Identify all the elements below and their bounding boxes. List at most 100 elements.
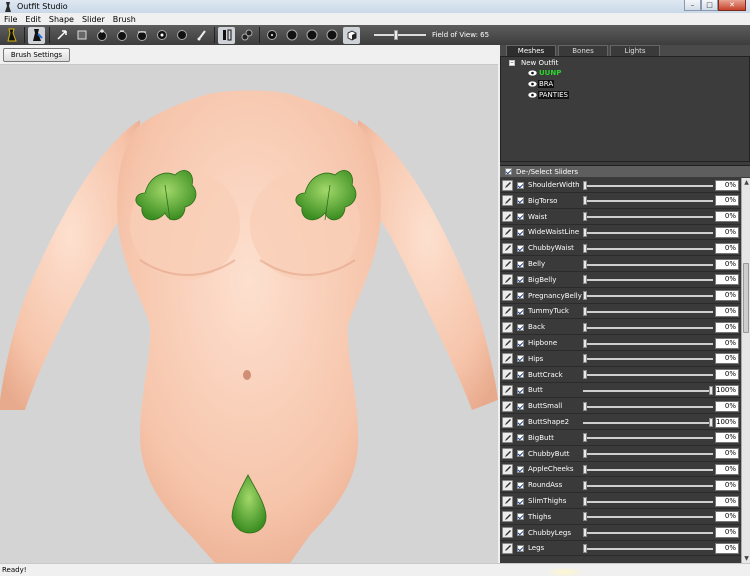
- slider-checkbox[interactable]: [517, 386, 524, 394]
- slider-row[interactable]: Hips 0%: [500, 352, 741, 367]
- move-brush-icon[interactable]: [133, 27, 150, 44]
- edit-slider-pencil-icon[interactable]: [502, 179, 513, 191]
- edit-slider-pencil-icon[interactable]: [502, 226, 513, 238]
- collapse-icon[interactable]: –: [509, 60, 515, 66]
- slider-checkbox[interactable]: [517, 513, 524, 521]
- slider-control[interactable]: [583, 448, 713, 459]
- edit-slider-pencil-icon[interactable]: [502, 369, 513, 381]
- fov-slider-thumb[interactable]: [394, 30, 398, 40]
- slider-thumb[interactable]: [583, 528, 587, 538]
- slider-checkbox[interactable]: [517, 339, 524, 347]
- weight-brush-icon[interactable]: [173, 27, 190, 44]
- slider-checkbox[interactable]: [517, 402, 524, 410]
- slider-control[interactable]: [583, 511, 713, 522]
- eye-icon[interactable]: [528, 81, 537, 87]
- slider-value[interactable]: 0%: [715, 258, 739, 270]
- slider-row[interactable]: ChubbyButt 0%: [500, 447, 741, 462]
- slider-value[interactable]: 0%: [715, 353, 739, 365]
- slider-row[interactable]: ButtShape2 100%: [500, 415, 741, 430]
- slider-value[interactable]: 0%: [715, 290, 739, 302]
- menu-file[interactable]: File: [0, 15, 21, 24]
- mesh-item-uunp[interactable]: UUNP: [528, 69, 562, 77]
- slider-thumb[interactable]: [583, 243, 587, 253]
- slider-checkbox[interactable]: [517, 450, 524, 458]
- slider-thumb[interactable]: [583, 433, 587, 443]
- edit-slider-pencil-icon[interactable]: [502, 195, 513, 207]
- slider-control[interactable]: [583, 243, 713, 254]
- slider-thumb[interactable]: [583, 401, 587, 411]
- symmetry-icon[interactable]: [238, 27, 255, 44]
- slider-checkbox[interactable]: [517, 260, 524, 268]
- edit-slider-pencil-icon[interactable]: [502, 511, 513, 523]
- edit-slider-pencil-icon[interactable]: [502, 305, 513, 317]
- edit-slider-pencil-icon[interactable]: [502, 432, 513, 444]
- slider-control[interactable]: [583, 211, 713, 222]
- slider-thumb[interactable]: [583, 275, 587, 285]
- slider-control[interactable]: [583, 274, 713, 285]
- smooth-brush-icon[interactable]: [153, 27, 170, 44]
- slider-row[interactable]: RoundAss 0%: [500, 478, 741, 494]
- slider-thumb[interactable]: [583, 370, 587, 380]
- slider-thumb[interactable]: [583, 306, 587, 316]
- slider-row[interactable]: ChubbyLegs 0%: [500, 526, 741, 541]
- pointer-icon[interactable]: [53, 27, 70, 44]
- slider-thumb[interactable]: [583, 291, 587, 301]
- slider-row[interactable]: Hipbone 0%: [500, 336, 741, 351]
- field-of-view-slider[interactable]: [374, 28, 426, 42]
- edit-slider-pencil-icon[interactable]: [502, 290, 513, 302]
- slider-checkbox[interactable]: [517, 481, 524, 489]
- slider-control[interactable]: [583, 527, 713, 538]
- slider-row[interactable]: Waist 0%: [500, 210, 741, 225]
- slider-value[interactable]: 0%: [715, 448, 739, 460]
- slider-row[interactable]: ChubbyWaist 0%: [500, 241, 741, 257]
- edit-slider-pencil-icon[interactable]: [502, 353, 513, 365]
- slider-checkbox[interactable]: [517, 434, 524, 442]
- slider-thumb[interactable]: [583, 227, 587, 237]
- menu-shape[interactable]: Shape: [45, 15, 78, 24]
- scroll-thumb[interactable]: [743, 263, 749, 333]
- slider-thumb[interactable]: [583, 259, 587, 269]
- slider-value[interactable]: 0%: [715, 305, 739, 317]
- slider-row[interactable]: Back 0%: [500, 320, 741, 336]
- slider-thumb[interactable]: [583, 449, 587, 459]
- slider-value[interactable]: 0%: [715, 432, 739, 444]
- slider-row[interactable]: Legs 0%: [500, 541, 741, 557]
- slider-control[interactable]: [583, 290, 713, 301]
- slider-thumb[interactable]: [583, 464, 587, 474]
- slider-row[interactable]: TummyTuck 0%: [500, 304, 741, 320]
- slider-row[interactable]: BigBelly 0%: [500, 273, 741, 288]
- edit-slider-pencil-icon[interactable]: [502, 495, 513, 507]
- minimize-button[interactable]: –: [684, 0, 701, 11]
- edit-slider-pencil-icon[interactable]: [502, 321, 513, 333]
- slider-value[interactable]: 0%: [715, 400, 739, 412]
- slider-control[interactable]: [583, 432, 713, 443]
- slider-value[interactable]: 0%: [715, 211, 739, 223]
- menu-edit[interactable]: Edit: [21, 15, 45, 24]
- deflate-brush-icon[interactable]: [113, 27, 130, 44]
- slider-control[interactable]: [583, 496, 713, 507]
- slider-value[interactable]: 0%: [715, 463, 739, 475]
- slider-checkbox[interactable]: [517, 371, 524, 379]
- slider-thumb[interactable]: [583, 496, 587, 506]
- edit-slider-pencil-icon[interactable]: [502, 242, 513, 254]
- wireframe-icon[interactable]: [323, 27, 340, 44]
- slider-thumb[interactable]: [583, 196, 587, 206]
- menu-brush[interactable]: Brush: [109, 15, 140, 24]
- slider-thumb[interactable]: [709, 417, 713, 427]
- slider-value[interactable]: 0%: [715, 511, 739, 523]
- slider-checkbox[interactable]: [517, 529, 524, 537]
- edit-slider-pencil-icon[interactable]: [502, 400, 513, 412]
- slider-checkbox[interactable]: [517, 323, 524, 331]
- slider-row[interactable]: BigTorso 0%: [500, 194, 741, 209]
- slider-value[interactable]: 0%: [715, 542, 739, 554]
- close-button[interactable]: ✕: [718, 0, 746, 11]
- maximize-button[interactable]: □: [701, 0, 718, 11]
- slider-thumb[interactable]: [583, 480, 587, 490]
- mesh-item-panties[interactable]: PANTIES: [528, 91, 570, 99]
- edit-slider-pencil-icon[interactable]: [502, 463, 513, 475]
- slider-checkbox[interactable]: [517, 355, 524, 363]
- edit-slider-pencil-icon[interactable]: [502, 384, 513, 396]
- menu-slider[interactable]: Slider: [78, 15, 109, 24]
- slider-thumb[interactable]: [583, 212, 587, 222]
- slider-control[interactable]: [583, 480, 713, 491]
